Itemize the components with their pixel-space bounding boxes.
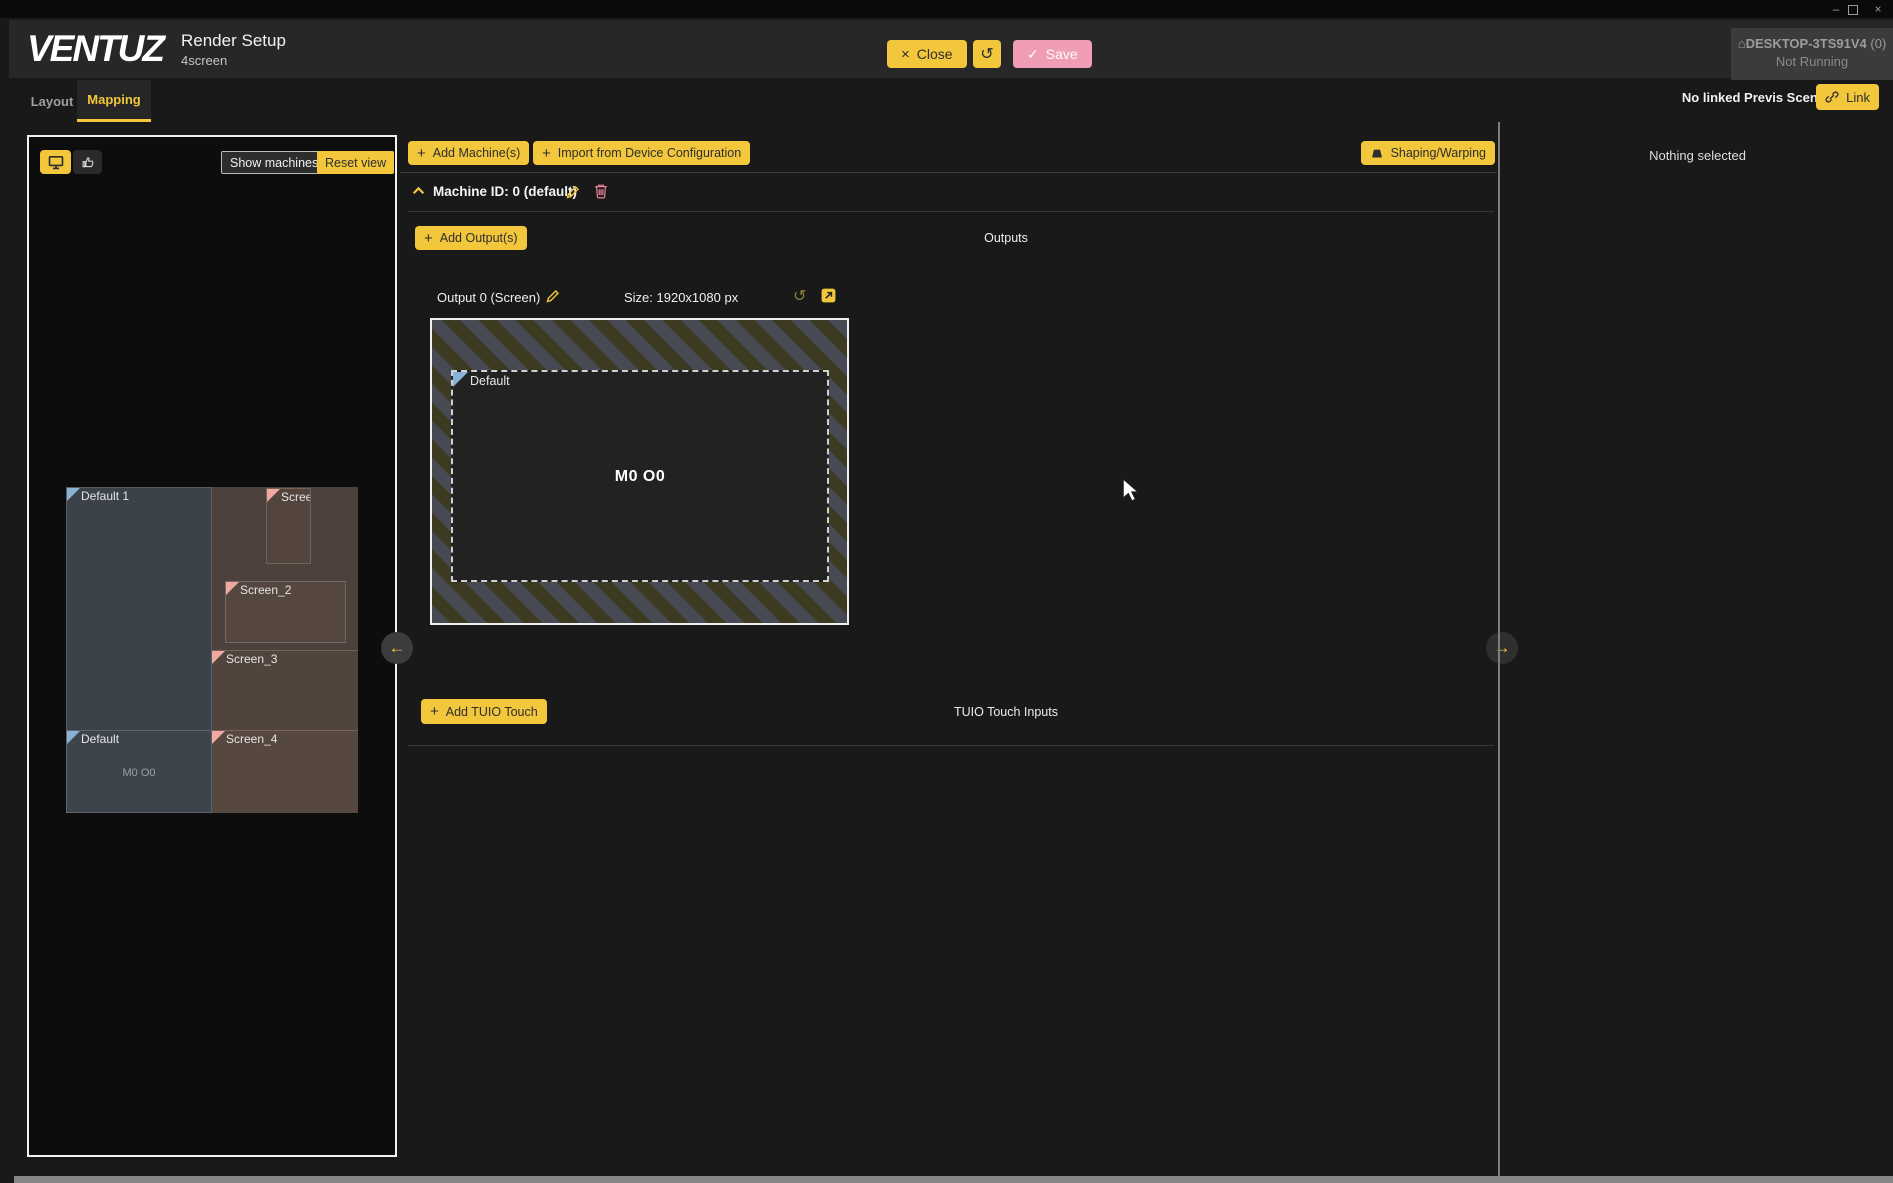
mapping-minimap: Default 1 Screen_1 Screen_2 Screen_3 Def…	[66, 487, 358, 814]
minimap-region-screen1[interactable]: Screen_1	[266, 488, 311, 564]
show-machines-button[interactable]: Show machines	[221, 151, 327, 174]
delete-machine-trash-icon[interactable]	[594, 183, 608, 199]
page-title: Render Setup	[181, 31, 286, 51]
output-default-region[interactable]: Default M0 O0	[451, 370, 829, 582]
trapezoid-icon	[1370, 147, 1384, 160]
save-button[interactable]: ✓ Save	[1013, 40, 1092, 68]
region-label: Screen_2	[240, 583, 291, 597]
region-label: Screen_1	[281, 490, 311, 504]
collapse-machine-chevron-icon[interactable]	[412, 186, 425, 195]
render-setup-window: – × VENTUZ Render Setup 4screen × Close …	[0, 0, 1893, 1183]
machine-status-box: ⌂DESKTOP-3TS91V4 (0) Not Running	[1731, 28, 1893, 80]
machine-name: ⌂DESKTOP-3TS91V4 (0)	[1731, 36, 1893, 51]
mouse-cursor	[1122, 478, 1139, 502]
thumbs-up-button[interactable]	[73, 150, 102, 174]
add-outputs-label: Add Output(s)	[440, 231, 518, 245]
monitor-view-button[interactable]	[40, 150, 71, 174]
page-subtitle: 4screen	[181, 53, 227, 68]
link-button-label: Link	[1846, 90, 1870, 105]
previs-scene-label: No linked Previs Scene	[1682, 90, 1825, 105]
window-maximize-icon[interactable]	[1848, 5, 1858, 15]
window-titlebar: – ×	[0, 0, 1893, 18]
tab-layout[interactable]: Layout	[27, 80, 77, 122]
import-device-config-button[interactable]: + Import from Device Configuration	[533, 141, 750, 165]
region-label: Screen_3	[226, 652, 277, 666]
bottom-scrollbar[interactable]	[14, 1176, 1893, 1183]
reset-view-button[interactable]: Reset view	[317, 151, 394, 174]
link-icon	[1825, 90, 1839, 104]
selection-empty-text: Nothing selected	[1502, 148, 1893, 163]
add-machines-button[interactable]: + Add Machine(s)	[408, 141, 529, 165]
minimap-region-screen2[interactable]: Screen_2	[225, 581, 346, 643]
panel-separator[interactable]	[1498, 122, 1500, 1183]
output-region-label: Default	[470, 374, 510, 388]
thumbs-up-icon	[81, 155, 95, 169]
refresh-button[interactable]: ↺	[973, 40, 1001, 68]
ventuz-logo: VENTUZ	[27, 29, 163, 69]
previs-viewport-panel: Show machines Reset view Default 1 Scree…	[27, 135, 397, 1157]
window-minimize-icon[interactable]: –	[1827, 1, 1845, 17]
region-label: Default 1	[81, 489, 129, 503]
machine-status: Not Running	[1731, 54, 1893, 69]
minimap-region-screen3[interactable]: Screen_3	[212, 650, 358, 731]
divider	[408, 745, 1494, 746]
plus-icon: +	[417, 145, 426, 162]
expand-right-panel-arrow[interactable]: →	[1486, 632, 1518, 664]
outputs-section-title: Outputs	[515, 231, 1497, 245]
output-machine-tag: M0 O0	[453, 468, 827, 486]
collapse-left-panel-arrow[interactable]: ←	[381, 632, 413, 664]
flag-blue-icon	[453, 372, 468, 387]
window-close-icon[interactable]: ×	[1869, 1, 1887, 17]
flag-blue-icon	[67, 731, 80, 744]
close-button-label: Close	[917, 46, 953, 62]
machine-count: (0)	[1870, 36, 1886, 51]
arrow-left-icon: ←	[389, 638, 406, 658]
output-name: Output 0 (Screen)	[437, 290, 540, 305]
plus-icon: +	[424, 230, 433, 247]
machine-id-header: Machine ID: 0 (default)	[433, 184, 577, 199]
check-icon: ✓	[1027, 46, 1039, 63]
region-label: Default	[81, 732, 119, 746]
minimap-region-default[interactable]: Default M0 O0	[66, 730, 212, 813]
tuio-section-title: TUIO Touch Inputs	[515, 705, 1497, 719]
shaping-warping-label: Shaping/Warping	[1391, 146, 1486, 160]
add-outputs-button[interactable]: + Add Output(s)	[415, 226, 527, 250]
plus-icon: +	[542, 145, 551, 162]
refresh-icon: ↺	[980, 44, 993, 64]
flag-pink-icon	[212, 731, 225, 744]
link-button[interactable]: Link	[1816, 84, 1879, 110]
divider	[400, 172, 1497, 173]
edit-machine-pencil-icon[interactable]	[565, 184, 581, 200]
expand-output-icon[interactable]	[820, 287, 837, 304]
flag-pink-icon	[267, 489, 280, 502]
header: VENTUZ Render Setup 4screen × Close ↺ ✓ …	[9, 20, 1893, 78]
import-device-config-label: Import from Device Configuration	[558, 146, 741, 160]
flag-pink-icon	[226, 582, 239, 595]
region-label: Screen_4	[226, 732, 277, 746]
flag-blue-icon	[67, 488, 80, 501]
output-size-label: Size: 1920x1080 px	[624, 290, 738, 305]
home-icon: ⌂	[1738, 36, 1746, 51]
close-button[interactable]: × Close	[887, 40, 967, 68]
output-preview-canvas[interactable]: Default M0 O0	[430, 318, 849, 625]
close-x-icon: ×	[901, 46, 910, 63]
flag-pink-icon	[212, 651, 225, 664]
add-machines-label: Add Machine(s)	[433, 146, 521, 160]
region-output-tag: M0 O0	[67, 767, 211, 779]
arrow-right-icon: →	[1494, 638, 1511, 658]
shaping-warping-button[interactable]: Shaping/Warping	[1361, 141, 1495, 165]
monitor-icon	[48, 155, 64, 170]
plus-icon: +	[430, 703, 439, 720]
edit-output-pencil-icon[interactable]	[545, 288, 561, 304]
save-button-label: Save	[1046, 46, 1078, 62]
divider	[408, 211, 1494, 212]
minimap-region-screen4[interactable]: Screen_4	[212, 730, 358, 813]
tab-mapping[interactable]: Mapping	[77, 80, 151, 122]
rotate-output-icon[interactable]: ↺	[793, 286, 806, 306]
